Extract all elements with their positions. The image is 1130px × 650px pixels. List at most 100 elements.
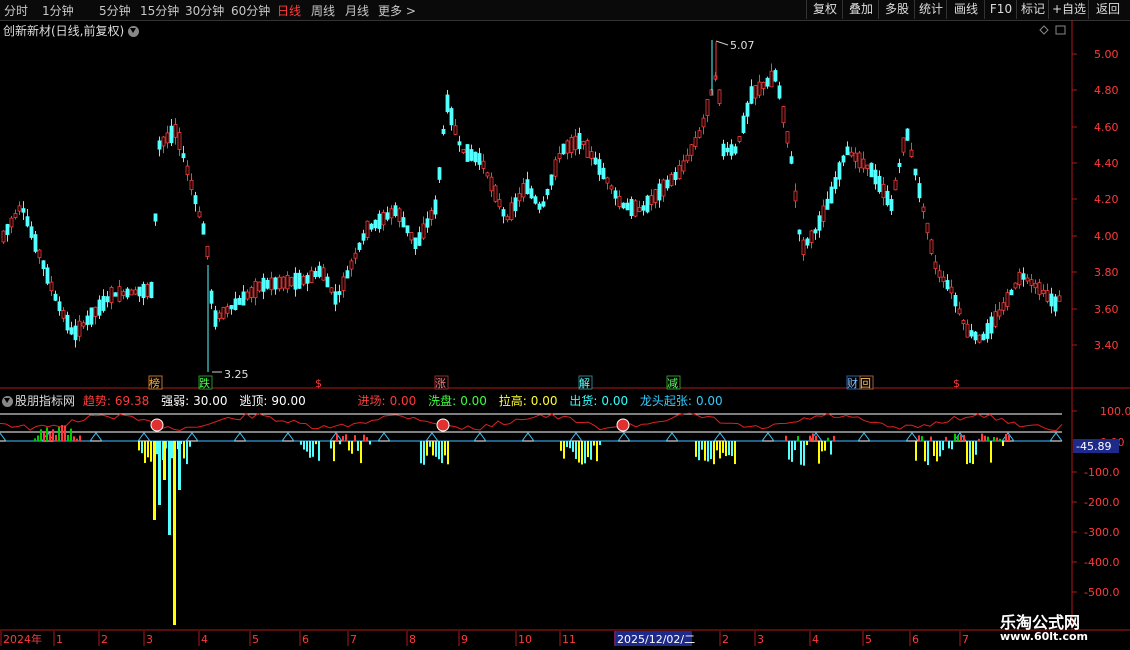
indicator-bar: [587, 441, 589, 458]
current-value: -45.89: [1076, 440, 1111, 453]
event-marker[interactable]: 跌: [199, 376, 210, 390]
indicator-item: 龙头起张: 0.00: [639, 394, 723, 408]
indicator-bar: [158, 441, 161, 505]
indicator-bar: [716, 441, 718, 451]
candle: [677, 164, 682, 180]
candle: [521, 183, 526, 198]
indicator-bar: [342, 436, 344, 441]
candle: [557, 153, 562, 159]
candle: [217, 312, 222, 319]
candle: [885, 190, 890, 206]
event-marker[interactable]: $: [953, 377, 960, 390]
indicator-bar: [178, 441, 181, 490]
indicator-bar: [581, 441, 583, 465]
candle: [785, 131, 790, 144]
event-marker[interactable]: 榜: [149, 376, 160, 390]
candle: [505, 216, 510, 221]
indicator-bar: [722, 441, 724, 453]
candle: [233, 298, 238, 311]
event-marker[interactable]: 解: [579, 376, 590, 390]
candle: [429, 210, 434, 220]
kline-chart[interactable]: 5.00 4.80 4.60 4.40 4.20 4.00 3.80 3.60 …: [0, 0, 1130, 650]
indicator-bar: [171, 441, 173, 459]
indicator-item: 逃顶: 90.00: [239, 394, 306, 408]
indicator-bar: [438, 441, 440, 460]
time-axis-label: 1: [56, 633, 63, 646]
candle: [85, 315, 90, 325]
chevron-down-icon[interactable]: [2, 396, 13, 407]
candle: [457, 141, 462, 146]
indicator-bar: [348, 441, 350, 451]
indicator-bar: [954, 433, 956, 441]
candle: [201, 223, 206, 235]
time-axis-label: 3: [146, 633, 153, 646]
indicator-bar: [339, 441, 341, 445]
candle: [901, 137, 906, 153]
candle: [781, 106, 786, 124]
indicator-bar: [915, 441, 917, 461]
price-axis: 5.00 4.80 4.60 4.40 4.20 4.00 3.80 3.60 …: [1072, 48, 1119, 352]
grid-icon[interactable]: [1055, 25, 1066, 35]
candle: [93, 306, 98, 317]
candle: [665, 179, 670, 189]
event-marker[interactable]: 减: [667, 377, 678, 390]
event-marker[interactable]: 财: [847, 376, 858, 390]
candle: [1033, 282, 1038, 289]
candle: [573, 135, 578, 151]
candle: [925, 222, 930, 234]
indicator-bar: [144, 441, 146, 464]
candle: [445, 94, 450, 113]
indicator-tick: -500.0: [1084, 586, 1119, 599]
candle: [181, 153, 186, 159]
candle: [865, 164, 870, 169]
indicator-bar: [46, 427, 48, 441]
event-marker[interactable]: 涨: [435, 377, 446, 390]
candle: [837, 162, 842, 180]
candle: [41, 260, 46, 270]
indicator-name[interactable]: 股朋指标网: [15, 394, 75, 408]
candle: [33, 234, 38, 252]
candle: [469, 149, 474, 161]
event-marker[interactable]: 回: [860, 377, 871, 390]
indicator-item: 强弱: 30.00: [161, 394, 228, 408]
candle: [17, 205, 22, 212]
candle: [345, 270, 350, 279]
price-tick: 3.60: [1094, 303, 1119, 316]
candle: [437, 167, 442, 180]
indicator-bar: [447, 441, 449, 465]
candle: [121, 291, 126, 296]
candlesticks: [1, 40, 1062, 372]
time-axis-label: 5: [865, 633, 872, 646]
candle: [21, 208, 26, 213]
indicator-bar: [984, 435, 986, 441]
indicator-bar: [1005, 433, 1007, 441]
candle: [825, 198, 830, 210]
candle: [349, 260, 354, 270]
candle: [969, 330, 974, 337]
indicator-bar: [969, 441, 971, 463]
watermark-url: www.60lt.com: [1000, 630, 1089, 643]
indicator-bar: [584, 441, 586, 464]
candle: [285, 275, 290, 290]
candle: [453, 125, 458, 135]
candle: [137, 286, 142, 297]
indicator-bar: [357, 441, 359, 451]
candle: [477, 153, 482, 165]
indicator-bar: [824, 441, 826, 451]
candle: [449, 108, 454, 126]
event-marker[interactable]: $: [315, 377, 322, 390]
candle: [725, 147, 730, 153]
candle: [545, 188, 550, 196]
candle: [705, 99, 710, 116]
candle: [261, 277, 266, 292]
indicator-bar: [701, 441, 703, 450]
candle: [845, 146, 850, 156]
indicator-bar: [719, 441, 721, 459]
indicator-bar: [830, 441, 832, 455]
indicator-bar: [189, 441, 191, 447]
candle: [773, 70, 778, 82]
diamond-icon[interactable]: [1039, 25, 1049, 35]
candle: [465, 144, 470, 162]
candle: [809, 230, 814, 243]
candle: [613, 190, 618, 199]
